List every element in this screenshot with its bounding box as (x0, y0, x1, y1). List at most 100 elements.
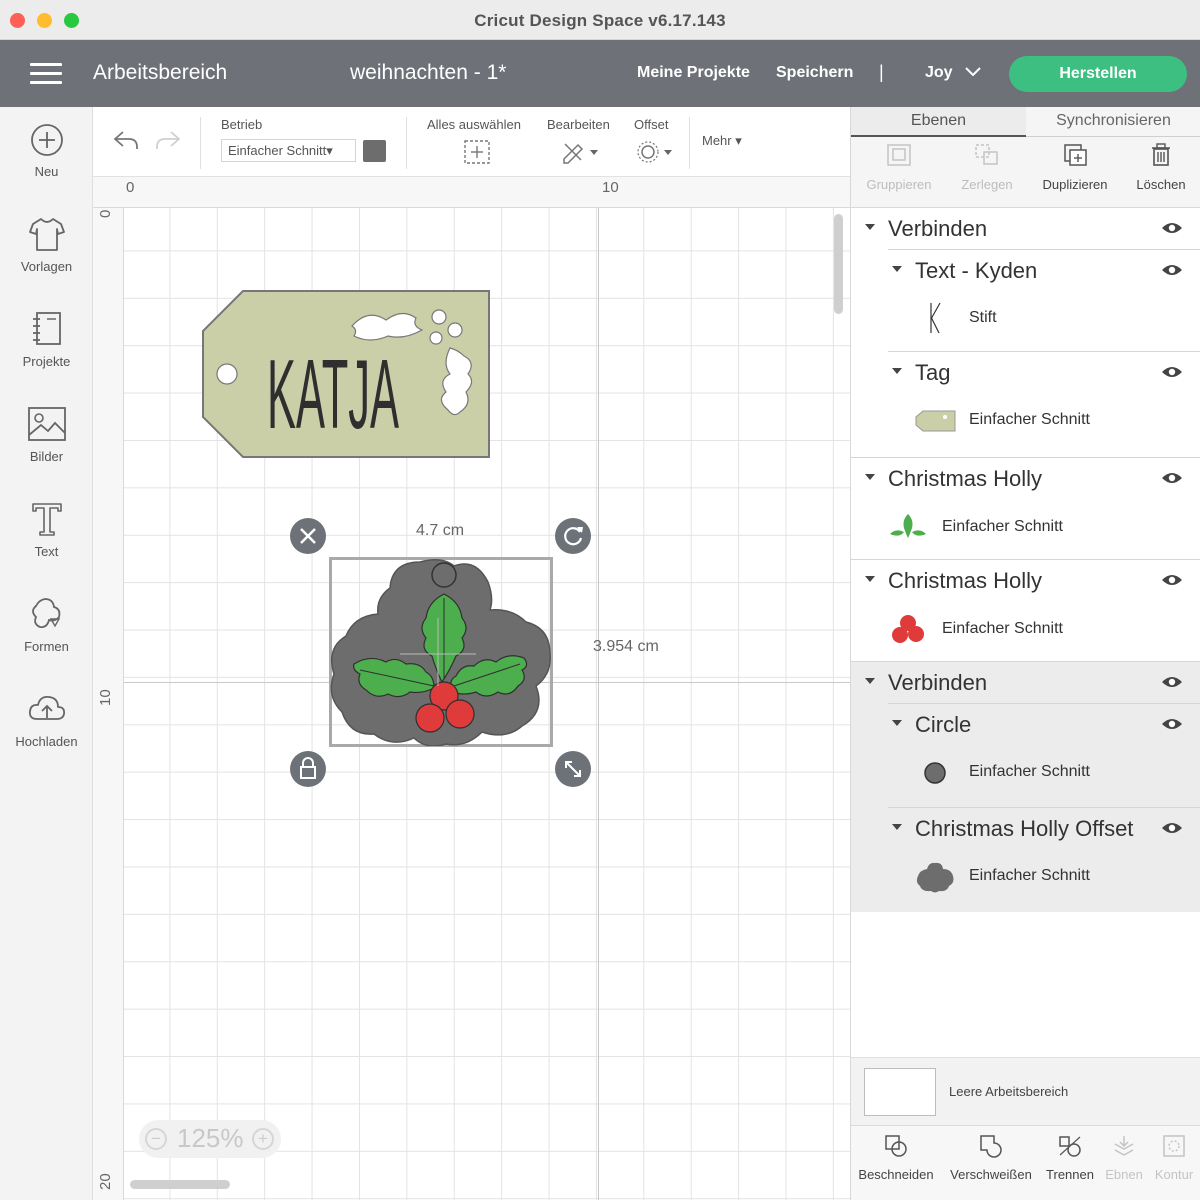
menu-icon[interactable] (30, 63, 62, 85)
chevron-down-icon[interactable] (963, 64, 983, 78)
collapse-icon[interactable] (892, 368, 902, 374)
redo-icon[interactable] (153, 127, 183, 153)
tab-layers[interactable]: Ebenen (851, 107, 1026, 137)
contour-button[interactable]: Kontur (1149, 1134, 1199, 1182)
ungroup-label: Zerlegen (961, 177, 1013, 192)
sidebar-item-templates[interactable]: Vorlagen (0, 215, 93, 305)
layers-panel: Ebenen Synchronisieren Gruppieren Zerleg… (850, 107, 1200, 1200)
layer-item-operation: Einfacher Schnitt (942, 518, 1063, 535)
sidebar-item-images[interactable]: Bilder (0, 405, 93, 495)
sidebar-item-label: Bilder (29, 449, 64, 464)
divider (888, 351, 1200, 352)
eye-icon[interactable] (1161, 572, 1183, 588)
layer-row[interactable]: Christmas Holly Offset (878, 812, 1200, 846)
slice-button[interactable]: Beschneiden (855, 1134, 937, 1182)
ruler-label: 10 (602, 179, 619, 196)
delete-handle[interactable] (290, 518, 326, 554)
collapse-icon[interactable] (865, 224, 875, 230)
weld-button[interactable]: Verschweißen (945, 1134, 1037, 1182)
user-name[interactable]: Joy (925, 64, 953, 82)
layer-row[interactable]: Tag (878, 356, 1200, 390)
layer-item[interactable]: Einfacher Schnitt (888, 610, 1200, 650)
ruler-vertical: 0 10 20 (93, 208, 124, 1200)
gift-tag-object[interactable]: KATJA (200, 288, 492, 460)
operation-select[interactable]: Einfacher Schnitt▾ (221, 139, 356, 162)
undo-icon[interactable] (111, 127, 141, 153)
layer-item[interactable]: Einfacher Schnitt (915, 401, 1200, 441)
rotate-handle[interactable] (555, 518, 591, 554)
resize-handle[interactable] (555, 751, 591, 787)
edit-tools-icon[interactable] (561, 139, 601, 165)
eye-icon[interactable] (1161, 820, 1183, 836)
sidebar-item-new[interactable]: Neu (0, 122, 93, 212)
design-canvas[interactable]: KATJA 4.7 cm 3.954 cm (124, 208, 850, 1200)
layer-row[interactable]: Verbinden (851, 212, 1200, 246)
tshirt-icon (28, 218, 65, 251)
layer-group: Verbinden Circle Einfacher Schnitt Chris… (851, 662, 1200, 912)
group-button[interactable]: Gruppieren (855, 143, 943, 192)
sidebar-item-text[interactable]: Text (0, 500, 93, 590)
toolbar-divider (689, 117, 690, 169)
layer-item[interactable]: Einfacher Schnitt (915, 857, 1200, 897)
eye-icon[interactable] (1161, 220, 1183, 236)
zoom-out-button[interactable]: − (145, 1128, 167, 1150)
collapse-icon[interactable] (865, 576, 875, 582)
text-k-thumbnail (930, 302, 941, 334)
delete-button[interactable]: Löschen (1117, 143, 1200, 192)
window-title: Cricut Design Space v6.17.143 (474, 11, 726, 30)
weld-label: Verschweißen (950, 1167, 1032, 1182)
edit-toolbar: Betrieb Einfacher Schnitt▾ Alles auswähl… (93, 107, 850, 177)
eye-icon[interactable] (1161, 674, 1183, 690)
collapse-icon[interactable] (865, 678, 875, 684)
divider (888, 807, 1200, 808)
caret-down-icon: ▾ (326, 143, 333, 158)
notebook-icon (32, 312, 61, 345)
save-link[interactable]: Speichern (776, 64, 853, 82)
my-projects-link[interactable]: Meine Projekte (637, 64, 750, 82)
grid-major-line (598, 208, 599, 1200)
sidebar-item-upload[interactable]: Hochladen (0, 690, 93, 780)
tab-sync[interactable]: Synchronisieren (1026, 107, 1200, 137)
layers-list: Verbinden Text - Kyden Stift Tag Einfach… (851, 207, 1200, 1057)
collapse-icon[interactable] (892, 266, 902, 272)
collapse-icon[interactable] (865, 474, 875, 480)
holly-leaves-thumbnail (890, 514, 926, 538)
caret-down-icon: ▾ (735, 133, 742, 148)
flatten-button[interactable]: Ebnen (1101, 1134, 1147, 1182)
project-title[interactable]: weihnachten - 1* (350, 61, 506, 85)
divider (888, 249, 1200, 250)
sidebar-item-projects[interactable]: Projekte (0, 310, 93, 400)
operation-color-swatch[interactable] (363, 140, 386, 162)
canvas-vertical-scrollbar[interactable] (834, 214, 843, 314)
eye-icon[interactable] (1161, 364, 1183, 380)
layer-row[interactable]: Circle (878, 708, 1200, 742)
contour-icon (1163, 1135, 1185, 1157)
layer-row[interactable]: Text - Kyden (878, 254, 1200, 288)
blank-canvas-row: Leere Arbeitsbereich (851, 1057, 1200, 1125)
layer-row[interactable]: Christmas Holly (851, 564, 1200, 598)
lock-handle[interactable] (290, 751, 326, 787)
collapse-icon[interactable] (892, 720, 902, 726)
detach-button[interactable]: Trennen (1041, 1134, 1099, 1182)
layer-item[interactable]: Einfacher Schnitt (888, 508, 1200, 548)
offset-icon[interactable] (635, 139, 675, 165)
layer-item[interactable]: Stift (915, 299, 1200, 339)
eye-icon[interactable] (1161, 262, 1183, 278)
blank-canvas-swatch[interactable] (864, 1068, 936, 1116)
ungroup-button[interactable]: Zerlegen (943, 143, 1031, 192)
eye-icon[interactable] (1161, 716, 1183, 732)
eye-icon[interactable] (1161, 470, 1183, 486)
more-menu[interactable]: Mehr ▾ (702, 133, 742, 149)
duplicate-button[interactable]: Duplizieren (1031, 143, 1119, 192)
holly-offset-object[interactable] (330, 558, 552, 746)
sidebar-item-shapes[interactable]: Formen (0, 595, 93, 685)
layer-row[interactable]: Verbinden (851, 666, 1200, 700)
circle-thumbnail (924, 762, 946, 784)
zoom-in-button[interactable]: + (252, 1128, 274, 1150)
layer-item[interactable]: Einfacher Schnitt (915, 753, 1200, 793)
collapse-icon[interactable] (892, 824, 902, 830)
layer-row[interactable]: Christmas Holly (851, 462, 1200, 496)
make-button[interactable]: Herstellen (1009, 56, 1187, 92)
canvas-horizontal-scrollbar[interactable] (130, 1180, 230, 1189)
select-all-icon[interactable] (463, 139, 491, 165)
